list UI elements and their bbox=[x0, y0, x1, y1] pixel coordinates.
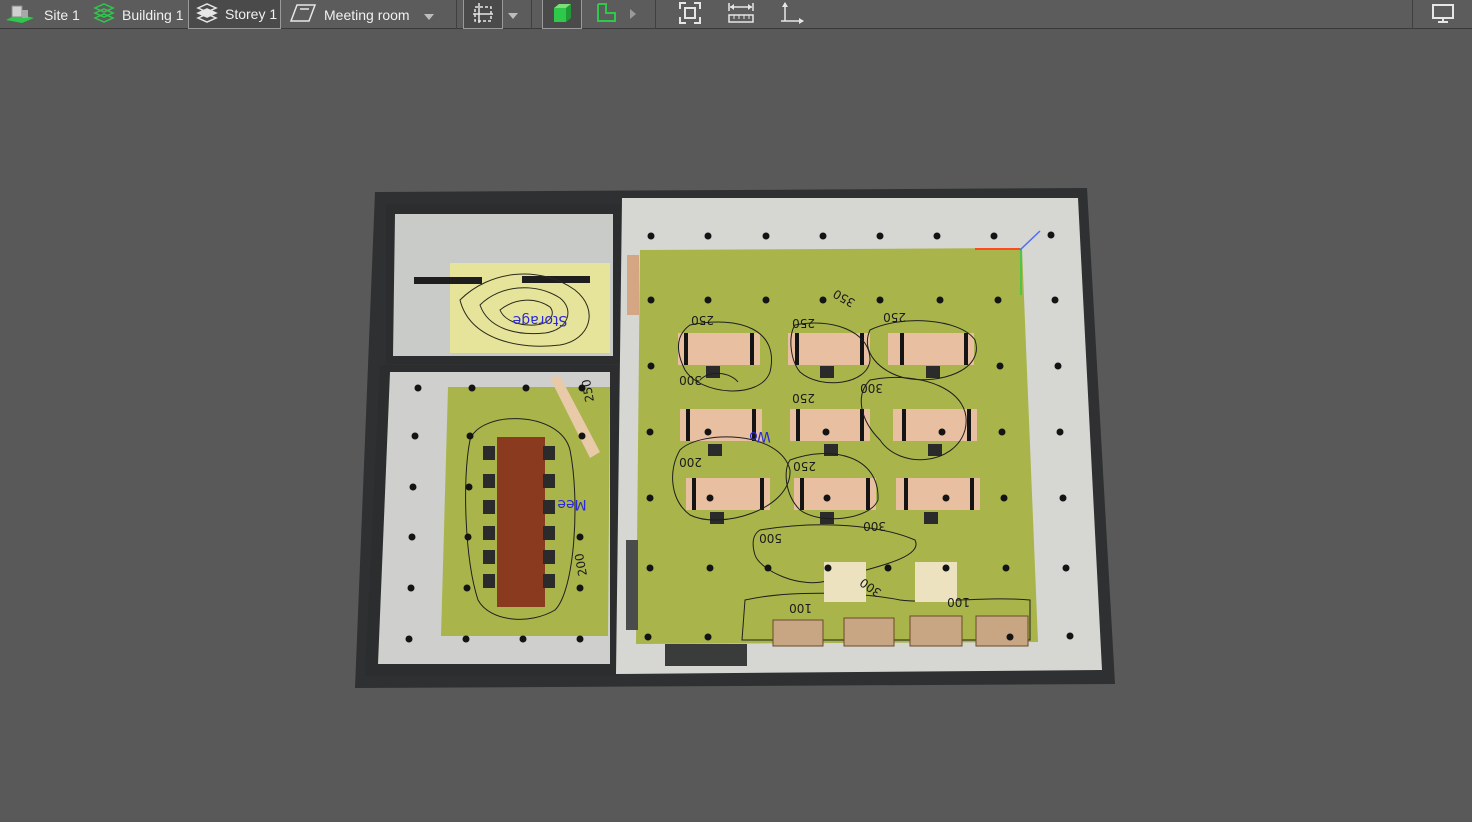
toolbar-separator bbox=[1412, 0, 1413, 29]
breadcrumb-room[interactable]: Meeting room bbox=[288, 0, 448, 29]
contour-label: 250 bbox=[691, 313, 714, 327]
contour-label: 250 bbox=[792, 316, 815, 330]
measure-button[interactable] bbox=[726, 0, 756, 29]
dimension-icon bbox=[779, 0, 805, 29]
floor-outline-icon bbox=[594, 1, 618, 28]
contour-label: 100 bbox=[947, 595, 970, 609]
3d-viewport[interactable]: Storage Mee Wo 250 250 250 300 350 250 3… bbox=[0, 30, 1472, 817]
desks bbox=[678, 333, 980, 510]
breadcrumb-site[interactable]: Site 1 bbox=[4, 0, 84, 29]
room-label-storage: Storage bbox=[513, 312, 568, 328]
floorplan-render: Storage Mee Wo 250 250 250 300 350 250 3… bbox=[355, 188, 1115, 688]
select-area-tool[interactable] bbox=[463, 0, 503, 29]
floor-outline-button[interactable] bbox=[588, 0, 624, 29]
select-area-icon bbox=[471, 1, 495, 28]
monitor-button[interactable] bbox=[1428, 0, 1458, 29]
contour-label: 300 bbox=[860, 381, 883, 395]
chevron-down-icon bbox=[508, 6, 518, 24]
toolbar-separator bbox=[531, 0, 532, 29]
storey-icon bbox=[195, 2, 219, 27]
monitor-icon bbox=[1431, 2, 1455, 27]
dimension-button[interactable] bbox=[777, 0, 807, 29]
breadcrumb-building-label: Building 1 bbox=[122, 6, 184, 23]
chevron-down-icon[interactable] bbox=[423, 7, 434, 23]
contour-label: 250 bbox=[883, 310, 906, 324]
breadcrumb-storey[interactable]: Storey 1 bbox=[188, 0, 281, 29]
contour-label: 100 bbox=[789, 601, 812, 615]
solid-view-button[interactable] bbox=[542, 0, 582, 29]
toolbar: Site 1 Building 1 Storey 1 Meeting room bbox=[0, 0, 1472, 29]
room-label-meeting: Mee bbox=[557, 496, 586, 512]
contour-label: 300 bbox=[679, 373, 702, 387]
site-icon bbox=[4, 2, 36, 27]
workspace-window bbox=[626, 540, 638, 630]
toolbar-separator bbox=[456, 0, 457, 29]
breadcrumb-room-label: Meeting room bbox=[324, 6, 410, 23]
chevron-right-icon bbox=[630, 6, 636, 24]
building-icon bbox=[92, 2, 116, 27]
zoom-fit-icon bbox=[678, 1, 702, 28]
zoom-fit-button[interactable] bbox=[675, 0, 705, 29]
contour-label: 250 bbox=[793, 459, 816, 473]
contour-label: 250 bbox=[792, 391, 815, 405]
contour-label: 500 bbox=[759, 531, 782, 545]
workspace-door bbox=[627, 255, 639, 315]
breadcrumb-building[interactable]: Building 1 bbox=[92, 0, 188, 29]
measure-icon bbox=[727, 1, 755, 28]
solid-view-icon bbox=[551, 2, 573, 27]
room-label-workspace: Wo bbox=[749, 428, 771, 444]
contour-label: 300 bbox=[863, 519, 886, 533]
floor-outline-expand[interactable] bbox=[630, 0, 636, 29]
breadcrumb-site-label: Site 1 bbox=[44, 6, 80, 23]
select-area-dropdown[interactable] bbox=[508, 0, 518, 29]
workspace-doorway bbox=[665, 644, 747, 666]
room-icon bbox=[288, 2, 318, 27]
toolbar-separator bbox=[655, 0, 656, 29]
contour-label: 200 bbox=[679, 455, 702, 469]
storage-shelf bbox=[414, 277, 482, 284]
conference-table bbox=[497, 437, 545, 607]
breadcrumb-storey-label: Storey 1 bbox=[225, 6, 278, 22]
